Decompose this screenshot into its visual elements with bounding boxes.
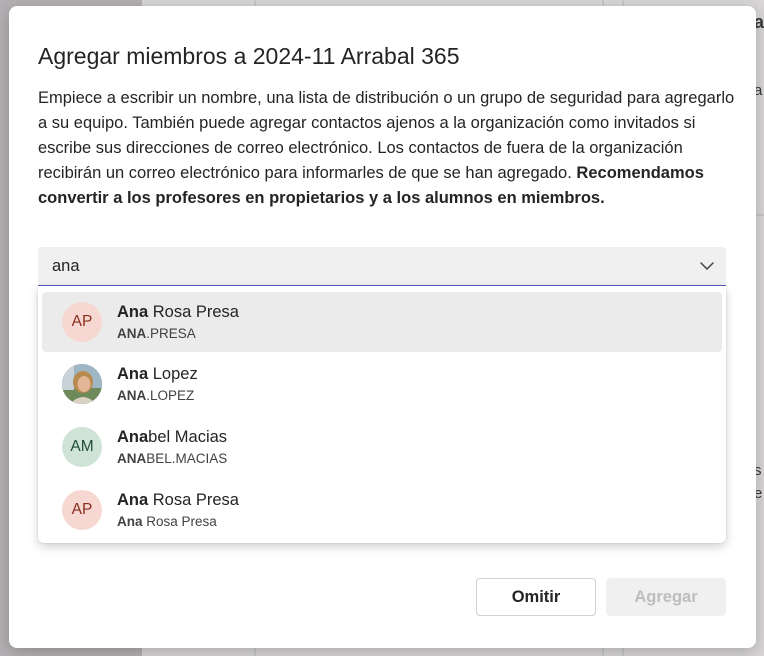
suggestion-item[interactable]: Ana Lopez ANA.LOPEZ (42, 354, 722, 414)
chevron-down-icon[interactable] (698, 257, 716, 275)
avatar: AM (62, 427, 102, 467)
suggestion-account: ANABEL.MACIAS (117, 451, 228, 466)
suggestion-item[interactable]: AM Anabel Macias ANABEL.MACIAS (42, 417, 722, 477)
suggestion-name: Ana Lopez (117, 365, 198, 383)
avatar: AP (62, 490, 102, 530)
person-photo-icon (62, 364, 102, 404)
member-search-input[interactable] (52, 247, 672, 285)
suggestion-list: AP Ana Rosa Presa ANA.PRESA Ana Lopez AN… (38, 286, 726, 543)
suggestion-name: Ana Rosa Presa (117, 491, 239, 509)
suggestion-name: Ana Rosa Presa (117, 303, 239, 321)
suggestion-account: ANA.LOPEZ (117, 388, 195, 403)
suggestion-account: ANA.PRESA (117, 326, 196, 341)
add-members-dialog: Agregar miembros a 2024-11 Arrabal 365 E… (9, 6, 756, 648)
avatar: AP (62, 302, 102, 342)
omit-button[interactable]: Omitir (476, 578, 596, 616)
suggestion-item[interactable]: AP Ana Rosa Presa Ana Rosa Presa (42, 480, 722, 540)
avatar-photo (62, 364, 102, 404)
suggestion-account: Ana Rosa Presa (117, 514, 217, 529)
suggestion-item[interactable]: AP Ana Rosa Presa ANA.PRESA (42, 292, 722, 352)
dialog-title: Agregar miembros a 2024-11 Arrabal 365 (38, 43, 460, 69)
member-search-box[interactable] (38, 247, 726, 287)
suggestion-name: Anabel Macias (117, 428, 228, 446)
dialog-description: Empiece a escribir un nombre, una lista … (38, 86, 738, 211)
add-button[interactable]: Agregar (606, 578, 726, 616)
